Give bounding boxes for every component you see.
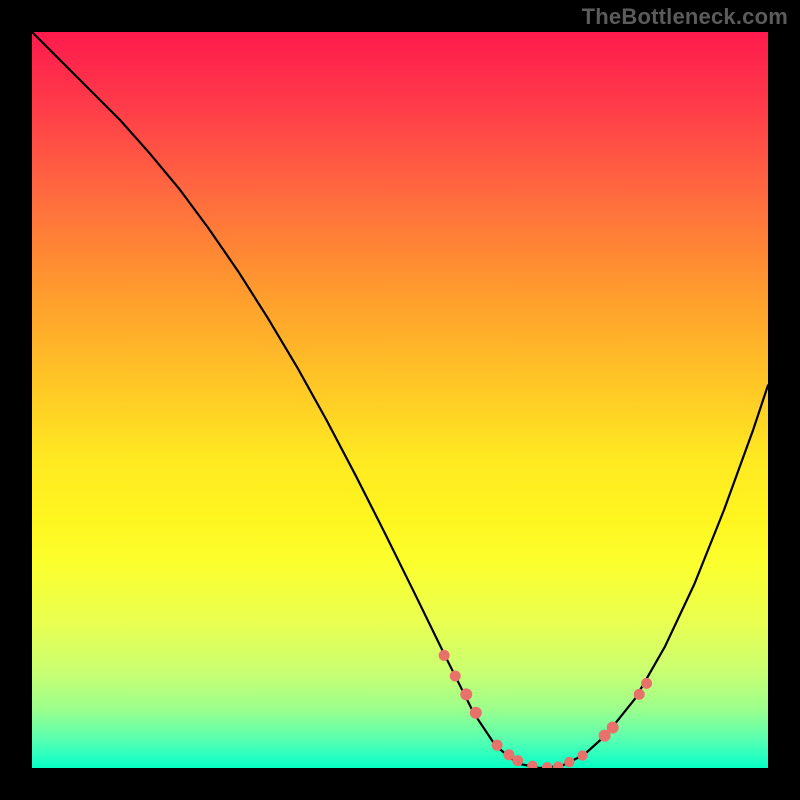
scatter-dot [470,707,482,719]
plot-area [32,32,768,768]
chart-frame: { "watermark": "TheBottleneck.com", "col… [0,0,800,800]
watermark-text: TheBottleneck.com [582,4,788,30]
bottleneck-curve [32,32,768,768]
scatter-dot [450,671,461,682]
scatter-dot [553,761,563,768]
scatter-dot [607,722,619,734]
scatter-dot [439,650,450,661]
scatter-dot [460,688,472,700]
scatter-dot [577,750,587,760]
scatter-dot [512,755,523,766]
scatter-dot [527,761,537,768]
scatter-dot [542,762,552,768]
scatter-dot [492,740,503,751]
scatter-dot [564,757,574,767]
scatter-dot [634,689,645,700]
chart-svg [32,32,768,768]
scatter-dot [641,678,652,689]
